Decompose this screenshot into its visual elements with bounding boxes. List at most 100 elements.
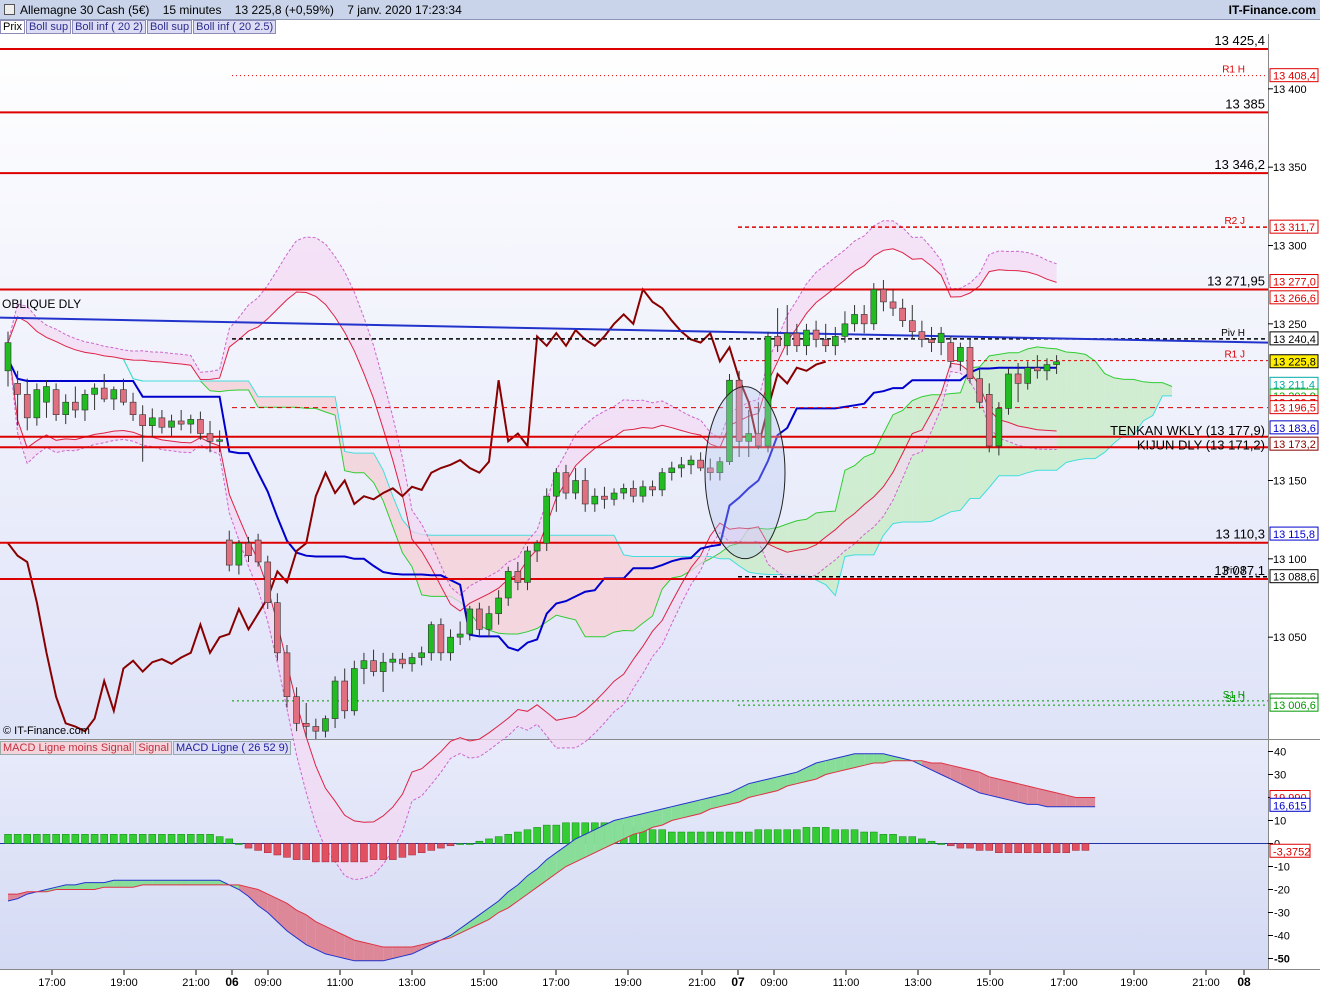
macd-fill-segment <box>354 940 364 961</box>
candle-body <box>399 658 406 665</box>
candle-body <box>120 389 127 403</box>
macd-histogram-bar <box>42 834 51 844</box>
candle-body <box>553 472 560 497</box>
candle-body <box>351 668 358 712</box>
macd-histogram-bar <box>956 843 965 849</box>
macd-histogram-bar <box>71 834 80 844</box>
macd-fill-segment <box>200 880 210 885</box>
macd-histogram-bar <box>1043 843 1051 853</box>
macd-fill-segment <box>1085 797 1096 807</box>
pivot-label: Piv J <box>1223 566 1245 577</box>
macd-histogram-bar <box>148 834 157 844</box>
macd-histogram-bar <box>1062 843 1070 853</box>
time-tick-label: 19:00 <box>1120 977 1148 989</box>
cloud-segment <box>912 396 922 522</box>
macd-histogram-bar <box>918 838 926 844</box>
macd-histogram-bar <box>379 843 387 860</box>
macd-histogram-bar <box>668 831 676 844</box>
macd-legend-hist[interactable]: MACD Ligne moins Signal <box>0 741 135 755</box>
cloud-segment <box>219 381 230 392</box>
time-tick-label: 17:00 <box>1050 977 1078 989</box>
macd-histogram-bar <box>985 843 993 851</box>
candle-body <box>197 419 204 434</box>
macd-histogram-bar <box>254 843 262 851</box>
cloud-segment <box>921 394 932 522</box>
macd-histogram-bar <box>389 843 397 860</box>
cloud-segment <box>238 381 249 390</box>
macd-fill-segment <box>1008 781 1019 803</box>
price-tick-label: 13 050 <box>1273 632 1307 644</box>
macd-value-label: 16,615 <box>1273 800 1307 812</box>
macd-histogram-bar <box>706 831 715 844</box>
macd-histogram-bar <box>860 831 868 844</box>
time-tick-label: 09:00 <box>254 977 282 989</box>
cloud-segment <box>556 535 566 618</box>
macd-histogram-bar <box>494 836 503 844</box>
cloud-segment <box>950 392 961 512</box>
macd-histogram-bar <box>263 843 272 853</box>
macd-fill-segment <box>171 880 182 885</box>
macd-histogram-bar <box>167 834 176 844</box>
macd-histogram-bar <box>947 843 955 847</box>
cloud-segment <box>1027 346 1038 473</box>
macd-histogram-bar <box>437 843 445 849</box>
macd-fill-segment <box>363 942 374 961</box>
macd-fill-segment <box>1075 797 1086 807</box>
candle-body <box>14 383 21 395</box>
macd-histogram-bar <box>119 834 128 844</box>
candle-body <box>985 394 993 447</box>
macd-histogram-bar <box>754 829 763 844</box>
cloud-segment <box>210 381 220 392</box>
macd-fill-segment <box>325 926 336 957</box>
macd-legend-signal[interactable]: Signal <box>135 741 172 755</box>
macd-histogram-bar <box>514 831 522 844</box>
candle-body <box>668 467 676 473</box>
macd-histogram-bar <box>235 843 243 845</box>
price-chart[interactable]: 13 425,4 13 385 13 346,2 13 271,95 13 110,3 1… <box>0 0 1320 990</box>
macd-tick-label: -40 <box>1274 931 1290 943</box>
macd-histogram-bar <box>129 834 137 844</box>
cloud-segment <box>1143 381 1153 421</box>
candle-body <box>206 433 214 442</box>
candle-body <box>129 401 137 415</box>
cloud-segment <box>1104 373 1115 453</box>
candle-body <box>860 314 868 325</box>
candle-body <box>427 624 435 654</box>
candle-body <box>928 339 935 343</box>
candle-body <box>293 696 300 724</box>
candle-body <box>533 542 541 552</box>
candle-body <box>437 624 445 654</box>
candle-body <box>504 571 512 599</box>
time-tick-label: 17:00 <box>38 977 66 989</box>
time-tick-label: 13:00 <box>904 977 932 989</box>
time-tick-label: 21:00 <box>182 977 210 989</box>
candle-body <box>4 342 12 372</box>
macd-histogram-bar <box>187 834 195 844</box>
candle-body <box>1043 364 1051 372</box>
macd-histogram-bar <box>4 834 12 844</box>
macd-histogram-bar <box>225 838 234 844</box>
price-tick-label: 13 150 <box>1273 476 1307 488</box>
price-tag-value: 13 277,0 <box>1273 277 1316 289</box>
macd-histogram-bar <box>841 829 849 844</box>
macd-legend-macd[interactable]: MACD Ligne ( 26 52 9) <box>172 741 292 755</box>
price-tag-value: 13 408,4 <box>1273 71 1316 83</box>
macd-histogram-bar <box>995 843 1003 853</box>
macd-fill-segment <box>142 880 153 885</box>
candle-body <box>889 301 897 309</box>
candle-body <box>678 464 685 469</box>
price-tag-value: 13 225,8 <box>1273 357 1316 369</box>
macd-fill-segment <box>65 884 76 890</box>
macd-histogram-bar <box>850 829 859 844</box>
candle-body <box>62 401 70 415</box>
candle-body <box>774 336 781 347</box>
candle-body <box>783 332 791 347</box>
candle-body <box>514 571 522 583</box>
candle-body <box>687 459 695 466</box>
macd-histogram-bar <box>735 831 743 844</box>
candle-body <box>408 657 416 665</box>
time-tick-label: 21:00 <box>1192 977 1220 989</box>
time-tick-label: 21:00 <box>688 977 716 989</box>
cloud-segment <box>1085 354 1096 459</box>
macd-histogram-bar <box>1081 843 1090 851</box>
